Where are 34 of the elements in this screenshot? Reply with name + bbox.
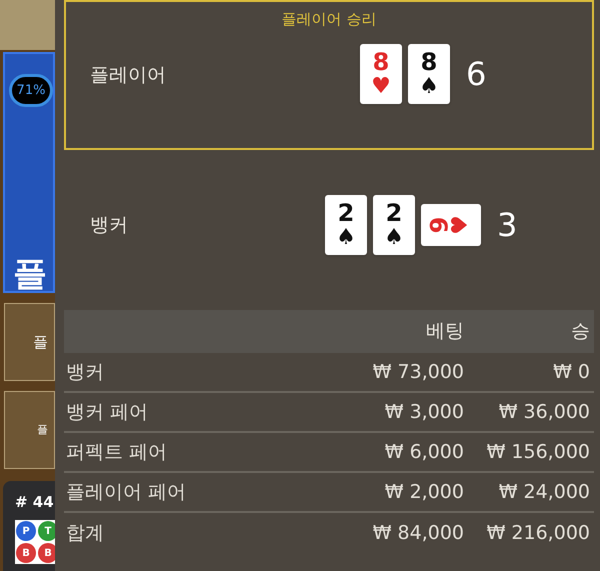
table-cell-text: ₩ 24,000 <box>498 480 591 505</box>
table-cell-text: ₩ 2,000 <box>384 480 464 505</box>
winner-title: 플레이어 승리 <box>280 9 378 30</box>
table-cell-text: ₩ 216,000 <box>486 520 591 546</box>
player-bet-card[interactable]: 71% 플 <box>3 52 55 293</box>
table-cell-text: ₩ 0 <box>552 360 591 385</box>
table-cell-text: 뱅커 <box>65 360 105 385</box>
table-cell-text: 합계 <box>65 520 105 546</box>
round-number: # 44 <box>15 495 55 510</box>
hand-score: 3 <box>497 205 518 246</box>
card-index: 2 ♠ <box>384 201 404 249</box>
hand-score: 6 <box>466 54 486 95</box>
side-label: 플 <box>13 257 47 291</box>
hand-label: 플레이어 <box>90 62 166 88</box>
table-cell-text: 뱅커 페어 <box>65 400 150 425</box>
table-cell-text: ₩ 156,000 <box>486 440 591 465</box>
table-cell-text: ₩ 84,000 <box>372 520 464 546</box>
table-cell-text: ₩ 3,000 <box>384 400 464 425</box>
column-header: 베팅 <box>425 319 464 344</box>
side-bet-button[interactable]: 플 <box>4 391 55 469</box>
side-bet-button[interactable]: 플 <box>4 303 55 381</box>
percent-ring: 71% <box>9 74 53 107</box>
hand-label: 뱅커 <box>90 212 128 238</box>
column-header: 승 <box>570 319 591 344</box>
table-background <box>0 0 55 50</box>
table-cell-text: 퍼펙트 페어 <box>65 440 168 465</box>
card-index: 8 ♥ <box>371 50 391 98</box>
table-cell-text: ₩ 73,000 <box>372 360 464 385</box>
card-index: 8 ♠ <box>419 50 439 98</box>
card-index: 9 ♥ <box>430 214 472 237</box>
card-index: 2 ♠ <box>336 201 356 249</box>
table-cell-text: 플레이어 페어 <box>65 480 188 505</box>
table-cell-text: ₩ 36,000 <box>498 400 591 425</box>
table-cell-text: ₩ 6,000 <box>384 440 464 465</box>
